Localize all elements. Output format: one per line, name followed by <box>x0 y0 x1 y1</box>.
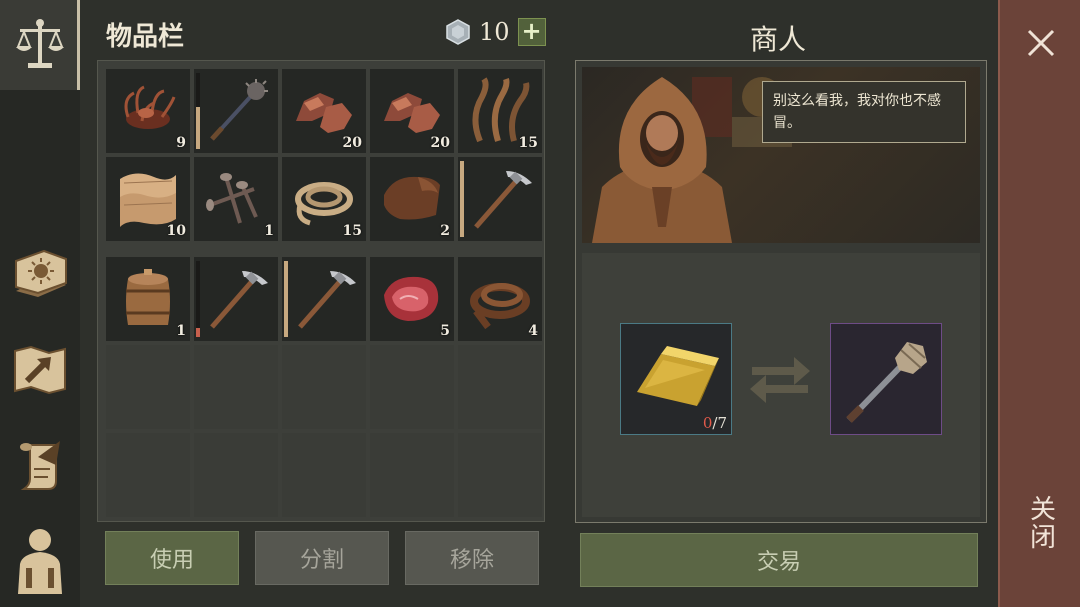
offer-slot[interactable]: 0/7 <box>620 323 732 435</box>
durability-bar <box>460 161 464 237</box>
durability-bar <box>196 73 200 149</box>
empty-slot[interactable] <box>282 433 366 517</box>
offer-counter: 0/7 <box>703 414 727 432</box>
pickaxe-icon <box>298 271 356 329</box>
inventory-slot[interactable]: 10 <box>106 157 190 241</box>
quest-scroll-icon <box>20 441 60 490</box>
item-count: 15 <box>342 223 362 239</box>
inventory-slot[interactable]: 2 <box>370 157 454 241</box>
close-panel[interactable]: 关闭 <box>998 0 1080 607</box>
tendril-organ-icon <box>124 85 176 129</box>
raw-meat-icon <box>384 276 439 321</box>
close-label: 关闭 <box>1025 495 1056 551</box>
journal-tab[interactable] <box>0 228 80 318</box>
daylight-book-icon <box>15 249 67 297</box>
silver-coin-icon <box>446 19 470 45</box>
map-tab[interactable] <box>0 325 80 415</box>
inventory-slot[interactable] <box>458 157 542 241</box>
durability-bar <box>196 261 200 337</box>
nails-icon <box>206 173 258 224</box>
trade-button[interactable]: 交易 <box>580 533 978 587</box>
durability-fill <box>284 261 288 337</box>
inventory-slot[interactable]: 1 <box>194 157 278 241</box>
item-count: 15 <box>518 135 538 151</box>
durability-fill <box>460 161 464 237</box>
inventory-slot[interactable]: 15 <box>282 157 366 241</box>
durability-fill <box>196 327 200 337</box>
item-count: 2 <box>440 223 450 239</box>
currency-display: 10 + <box>445 18 546 46</box>
inventory-slot[interactable]: 5 <box>370 257 454 341</box>
empty-slot[interactable] <box>370 345 454 429</box>
merchant-title: 商人 <box>750 23 807 56</box>
inventory-grid: 9 20 20 15 10 1 15 2 1 5 4 <box>97 60 545 522</box>
exchange-arrows-icon <box>750 357 810 403</box>
item-count: 20 <box>430 135 450 151</box>
side-nav <box>0 0 80 607</box>
empty-slot[interactable] <box>194 433 278 517</box>
item-count: 1 <box>264 223 274 239</box>
split-button[interactable]: 分割 <box>255 531 389 585</box>
close-icon[interactable] <box>1026 28 1056 58</box>
spiked-mace-icon <box>210 79 268 141</box>
item-count: 9 <box>176 135 186 151</box>
reward-slot[interactable] <box>830 323 942 435</box>
inventory-slot[interactable] <box>194 69 278 153</box>
remove-button[interactable]: 移除 <box>405 531 539 585</box>
character-icon <box>18 529 62 594</box>
use-button[interactable]: 使用 <box>105 531 239 585</box>
empty-slot[interactable] <box>106 433 190 517</box>
merchant-portrait: 别这么看我，我对你也不感冒。 <box>582 67 980 243</box>
trade-area: 0/7 <box>582 253 980 517</box>
empty-slot[interactable] <box>106 345 190 429</box>
empty-slot[interactable] <box>282 345 366 429</box>
add-currency-button[interactable]: + <box>517 18 546 46</box>
inventory-slot[interactable]: 1 <box>106 257 190 341</box>
mace-icon <box>846 342 927 423</box>
currency-amount: 10 <box>479 18 510 46</box>
inventory-slot[interactable]: 20 <box>370 69 454 153</box>
pickaxe-icon <box>474 171 532 229</box>
empty-slot[interactable] <box>370 433 454 517</box>
durability-fill <box>196 107 200 149</box>
barrel-icon <box>126 269 170 325</box>
merchant-speech-bubble: 别这么看我，我对你也不感冒。 <box>762 81 966 143</box>
trade-tab[interactable] <box>0 0 80 90</box>
inventory-slot[interactable]: 15 <box>458 69 542 153</box>
inventory-slot[interactable] <box>194 257 278 341</box>
gold-bar-icon <box>637 346 719 406</box>
inventory-slot[interactable]: 20 <box>282 69 366 153</box>
merchant-panel: 别这么看我，我对你也不感冒。 0/7 <box>575 60 987 523</box>
item-count: 1 <box>176 323 186 339</box>
item-count: 4 <box>528 323 538 339</box>
durability-bar <box>284 261 288 337</box>
inventory-slot[interactable] <box>282 257 366 341</box>
empty-slot[interactable] <box>458 345 542 429</box>
offer-have: 0 <box>702 414 713 432</box>
quests-tab[interactable] <box>0 420 80 510</box>
item-count: 20 <box>342 135 362 151</box>
map-arrow-icon <box>14 345 66 395</box>
trade-screen: 物品栏 10 + 商人 9 20 20 15 10 1 15 2 1 5 4 使… <box>80 0 998 607</box>
inventory-title: 物品栏 <box>106 22 185 52</box>
offer-need: /7 <box>712 414 727 432</box>
leather-hide-icon <box>384 176 440 220</box>
inventory-slot[interactable]: 4 <box>458 257 542 341</box>
inventory-slot[interactable]: 9 <box>106 69 190 153</box>
pickaxe-icon <box>210 271 268 329</box>
leather-strip-icon <box>470 283 530 330</box>
empty-slot[interactable] <box>458 433 542 517</box>
item-count: 5 <box>440 323 450 339</box>
scales-icon <box>16 19 64 68</box>
item-count: 10 <box>166 223 186 239</box>
character-tab[interactable] <box>0 515 80 605</box>
empty-slot[interactable] <box>194 345 278 429</box>
